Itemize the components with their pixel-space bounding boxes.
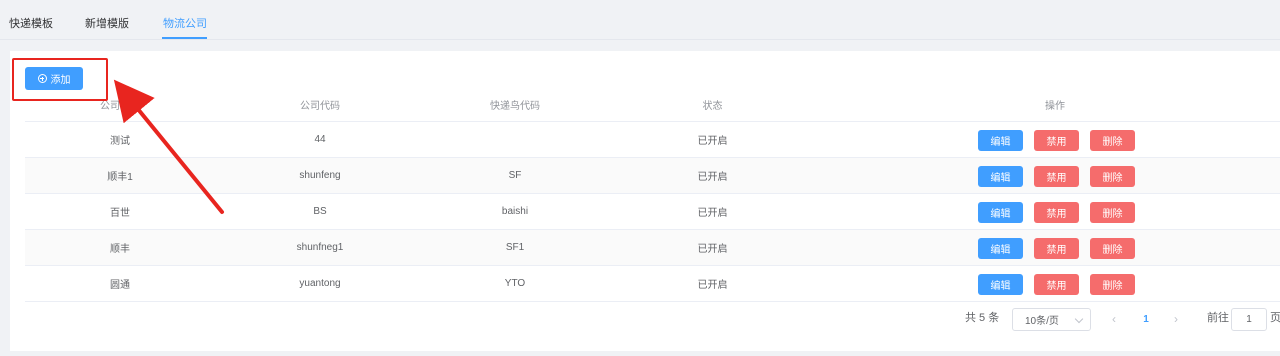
cell-kdn-code: YTO — [504, 278, 526, 289]
row-actions: 编辑 禁用 删除 — [978, 166, 1146, 187]
cell-company-code: yuantong — [299, 278, 341, 289]
row-actions: 编辑 禁用 删除 — [978, 274, 1146, 295]
row-actions: 编辑 禁用 删除 — [978, 130, 1146, 151]
cell-company-name: 测试 — [110, 136, 130, 147]
chevron-down-icon — [1074, 314, 1084, 324]
cell-company-code: shunfneg1 — [296, 242, 344, 253]
table-header: 公司名称 公司代码 快递鸟代码 状态 操作 — [25, 87, 1280, 122]
cell-company-name: 圆通 — [110, 280, 130, 291]
cell-kdn-code: SF — [508, 170, 522, 181]
pagination-total: 共 5 条 — [965, 312, 1000, 324]
disable-button[interactable]: 禁用 — [1034, 166, 1079, 187]
cell-status: 已开启 — [697, 208, 728, 219]
logistics-table: 公司名称 公司代码 快递鸟代码 状态 操作 测试 44 已开启 编辑 禁用 删除… — [25, 87, 1280, 302]
cell-status: 已开启 — [697, 280, 728, 291]
page-number-current[interactable]: 1 — [1136, 311, 1156, 327]
chevron-right-icon[interactable]: › — [1168, 311, 1184, 327]
goto-label: 前往 — [1207, 312, 1229, 324]
cell-company-code: shunfeng — [299, 170, 341, 181]
cell-status: 已开启 — [697, 172, 728, 183]
edit-button[interactable]: 编辑 — [978, 274, 1023, 295]
header-kdn-code: 快递鸟代码 — [490, 100, 540, 112]
disable-button[interactable]: 禁用 — [1034, 130, 1079, 151]
chevron-left-icon[interactable]: ‹ — [1106, 311, 1122, 327]
header-company-code: 公司代码 — [300, 100, 340, 112]
page-suffix: 页 — [1270, 312, 1280, 324]
cell-kdn-code: baishi — [501, 206, 529, 217]
cell-kdn-code — [425, 122, 605, 157]
table-row: 顺丰 shunfneg1 SF1 已开启 编辑 禁用 删除 — [25, 230, 1280, 266]
cell-company-name: 百世 — [110, 208, 130, 219]
disable-button[interactable]: 禁用 — [1034, 238, 1079, 259]
delete-button[interactable]: 删除 — [1090, 238, 1135, 259]
cell-status: 已开启 — [697, 244, 728, 255]
page-size-select[interactable]: 10条/页 — [1012, 308, 1091, 331]
tab-logistics-company[interactable]: 物流公司 — [163, 15, 207, 39]
delete-button[interactable]: 删除 — [1090, 166, 1135, 187]
tab-express-template[interactable]: 快递模板 — [9, 15, 53, 39]
delete-button[interactable]: 删除 — [1090, 274, 1135, 295]
row-actions: 编辑 禁用 删除 — [978, 238, 1146, 259]
header-status: 状态 — [702, 100, 723, 112]
cell-company-name: 顺丰1 — [107, 172, 133, 183]
delete-button[interactable]: 删除 — [1090, 202, 1135, 223]
table-row: 圆通 yuantong YTO 已开启 编辑 禁用 删除 — [25, 266, 1280, 302]
tab-new-template[interactable]: 新增模版 — [85, 15, 129, 39]
cell-status: 已开启 — [697, 136, 728, 147]
tab-active-indicator — [162, 37, 207, 39]
edit-button[interactable]: 编辑 — [978, 238, 1023, 259]
disable-button[interactable]: 禁用 — [1034, 274, 1079, 295]
tab-bar: 快递模板 新增模版 物流公司 — [0, 0, 1280, 40]
page-size-value: 10条/页 — [1025, 316, 1059, 327]
header-actions: 操作 — [1045, 100, 1065, 112]
edit-button[interactable]: 编辑 — [978, 202, 1023, 223]
edit-button[interactable]: 编辑 — [978, 166, 1023, 187]
table-row: 测试 44 已开启 编辑 禁用 删除 — [25, 122, 1280, 158]
table-row: 顺丰1 shunfeng SF 已开启 编辑 禁用 删除 — [25, 158, 1280, 194]
disable-button[interactable]: 禁用 — [1034, 202, 1079, 223]
annotation-highlight-box — [12, 58, 108, 101]
cell-company-code: 44 — [314, 134, 326, 145]
cell-company-name: 顺丰 — [110, 244, 130, 255]
edit-button[interactable]: 编辑 — [978, 130, 1023, 151]
table-row: 百世 BS baishi 已开启 编辑 禁用 删除 — [25, 194, 1280, 230]
delete-button[interactable]: 删除 — [1090, 130, 1135, 151]
cell-kdn-code: SF1 — [505, 242, 525, 253]
goto-page-input[interactable]: 1 — [1231, 308, 1267, 331]
cell-company-code: BS — [313, 206, 327, 217]
row-actions: 编辑 禁用 删除 — [978, 202, 1146, 223]
